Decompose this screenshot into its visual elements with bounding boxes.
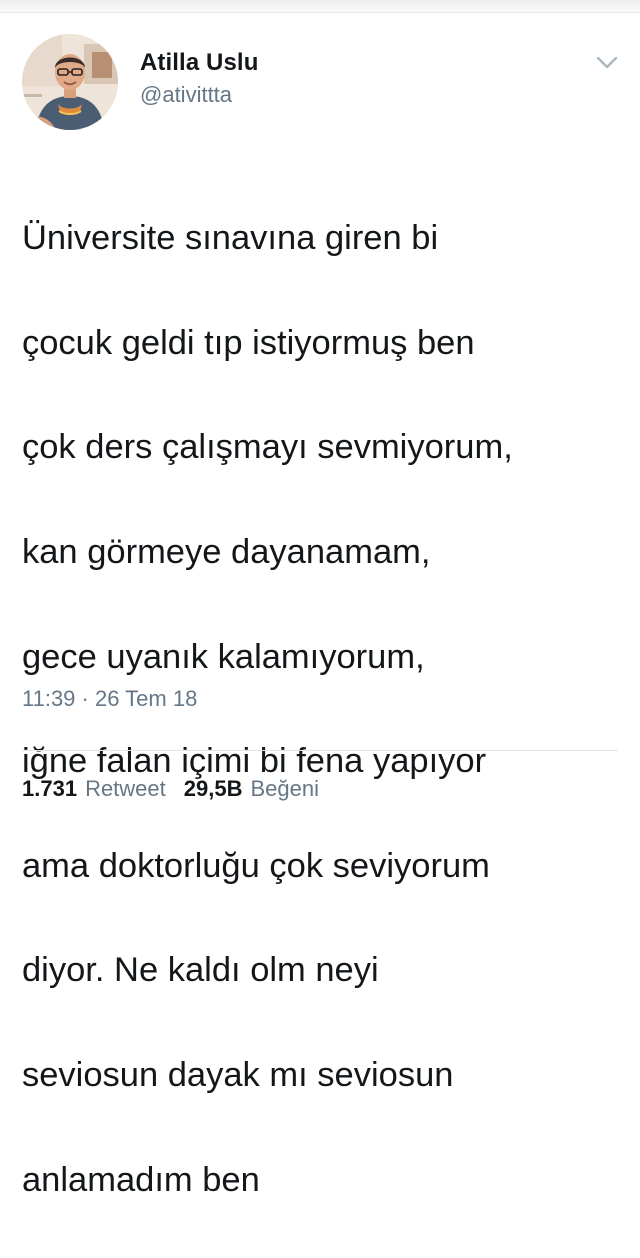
avatar[interactable] [22,34,118,130]
tweet-text-line: ama doktorluğu çok seviyorum [22,846,490,885]
tweet-timestamp[interactable]: 11:39 · 26 Tem 18 [22,684,197,714]
tweet-text-line: anlamadım ben [22,1160,260,1199]
tweet-text-line: kan görmeye dayanamam, [22,533,431,572]
tweet-text-line: çok ders çalışmayı sevmiyorum, [22,428,513,467]
tweet-text-line: Üniversite sınavına giren bi [22,219,439,258]
chevron-down-icon [596,56,618,69]
tweet-text-line: seviosun dayak mı seviosun [22,1056,454,1095]
timestamp-separator: · [75,686,95,711]
user-handle[interactable]: @ativittta [140,80,258,110]
tweet-time: 11:39 [22,686,76,711]
tweet-menu-button[interactable] [594,50,620,76]
tweet-text-line: gece uyanık kalamıyorum, [22,637,425,676]
tweet-detail: Atilla Uslu @ativittta Üniversite sınavı… [0,12,640,1199]
tweet-date: 26 Tem 18 [94,686,198,711]
divider [22,750,618,751]
tweet-text-line: çocuk geldi tıp istiyormuş ben [22,323,475,362]
tweet-text-line: diyor. Ne kaldı olm neyi [22,951,379,990]
user-info[interactable]: Atilla Uslu @ativittta [140,48,258,110]
display-name[interactable]: Atilla Uslu [140,48,258,78]
avatar-photo [22,34,118,130]
